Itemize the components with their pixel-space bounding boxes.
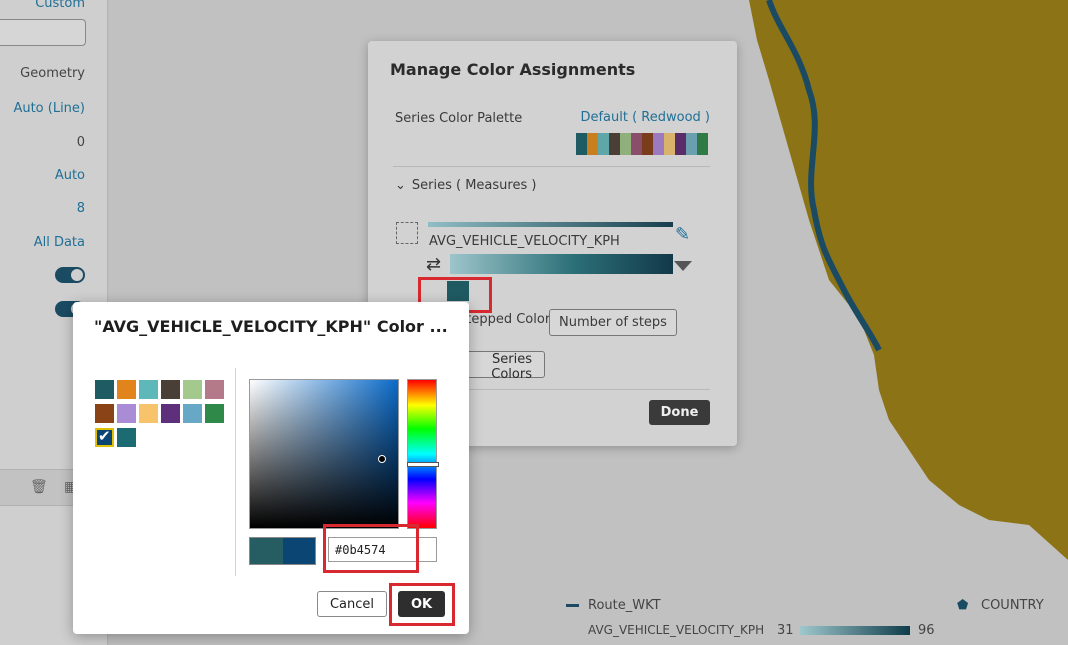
preset-swatch[interactable]	[117, 404, 136, 423]
measure-legend-gradient	[800, 626, 910, 635]
palette-swatch	[697, 133, 708, 155]
hue-knob[interactable]	[407, 462, 439, 467]
preset-swatch[interactable]	[183, 404, 202, 423]
palette-swatch	[576, 133, 587, 155]
preset-swatch[interactable]	[205, 404, 224, 423]
color-ramp[interactable]	[450, 254, 673, 274]
measure-gradient-preview	[428, 222, 673, 227]
palette-swatch	[653, 133, 664, 155]
measure-checkbox[interactable]	[396, 222, 418, 244]
palette-swatch	[675, 133, 686, 155]
number-of-steps-button[interactable]: Number of steps	[549, 309, 677, 336]
pencil-icon[interactable]: ✎	[675, 224, 690, 245]
highlight-box	[389, 583, 455, 626]
geometry-label: Geometry	[20, 66, 85, 81]
preset-swatch-grid	[95, 380, 224, 447]
measure-legend-min: 31	[777, 623, 794, 638]
palette-swatch	[598, 133, 609, 155]
trash-icon[interactable]: 🗑	[30, 479, 48, 495]
eight-value[interactable]: 8	[77, 201, 85, 216]
all-data-select[interactable]: All Data	[34, 235, 85, 250]
palette-swatch	[664, 133, 675, 155]
cancel-button[interactable]: Cancel	[317, 591, 387, 617]
measure-legend-max: 96	[918, 623, 935, 638]
preset-swatch[interactable]	[183, 380, 202, 399]
custom-link[interactable]: Custom	[35, 0, 85, 11]
land-mass-mainland	[749, 0, 1068, 560]
color-preview	[249, 537, 316, 565]
dialog-title: Manage Color Assignments	[390, 60, 636, 79]
series-header-label: Series ( Measures )	[411, 178, 537, 193]
line-type-select[interactable]: Auto (Line)	[13, 101, 85, 116]
preset-swatch[interactable]	[139, 404, 158, 423]
preset-swatch[interactable]	[161, 380, 180, 399]
auto-select[interactable]: Auto	[55, 168, 85, 183]
new-color-swatch	[282, 538, 315, 564]
measure-name: AVG_VEHICLE_VELOCITY_KPH	[429, 234, 620, 249]
preset-swatch[interactable]	[95, 404, 114, 423]
country-legend-label: COUNTRY	[981, 598, 1044, 613]
done-button[interactable]: Done	[649, 400, 710, 425]
preset-swatch[interactable]	[161, 404, 180, 423]
caret-down-icon[interactable]	[674, 261, 692, 271]
saturation-knob[interactable]	[378, 455, 386, 463]
chevron-down-icon: ⌄	[395, 178, 406, 193]
highlight-box	[323, 524, 419, 573]
palette-swatch	[631, 133, 642, 155]
saturation-value-area[interactable]	[249, 379, 399, 529]
stepped-color-label: Stepped Color	[458, 312, 551, 327]
palette-swatch	[686, 133, 697, 155]
divider	[393, 166, 710, 167]
preset-swatch[interactable]	[139, 380, 158, 399]
route-legend-icon	[566, 604, 579, 607]
swap-icon[interactable]: ⇄	[426, 254, 441, 275]
palette-swatch	[642, 133, 653, 155]
country-legend-icon: ⬟	[957, 598, 969, 613]
previous-color-swatch	[250, 538, 283, 564]
measure-legend-label: AVG_VEHICLE_VELOCITY_KPH	[588, 623, 765, 637]
zero-value[interactable]: 0	[77, 135, 85, 150]
picker-title: "AVG_VEHICLE_VELOCITY_KPH" Color ...	[94, 317, 448, 336]
toggle-switch-1[interactable]	[55, 267, 85, 283]
preset-swatch[interactable]	[117, 380, 136, 399]
palette-select-link[interactable]: Default ( Redwood )	[580, 110, 710, 125]
route-legend-label: Route_WKT	[588, 598, 661, 613]
preset-swatch[interactable]	[117, 428, 136, 447]
palette-swatch-strip[interactable]	[576, 133, 708, 155]
palette-swatch	[587, 133, 598, 155]
preset-swatch[interactable]	[205, 380, 224, 399]
series-section-header[interactable]: ⌄ Series ( Measures )	[395, 178, 536, 193]
preset-swatch-selected[interactable]	[95, 427, 114, 447]
hue-slider[interactable]	[407, 379, 439, 529]
color-picker-dialog: "AVG_VEHICLE_VELOCITY_KPH" Color ... Can…	[73, 302, 469, 634]
palette-swatch	[609, 133, 620, 155]
preset-swatch[interactable]	[95, 380, 114, 399]
palette-label: Series Color Palette	[395, 111, 523, 126]
custom-input[interactable]	[0, 19, 86, 46]
series-colors-button[interactable]: Series Colors	[456, 351, 545, 382]
palette-swatch	[620, 133, 631, 155]
divider	[235, 368, 236, 576]
